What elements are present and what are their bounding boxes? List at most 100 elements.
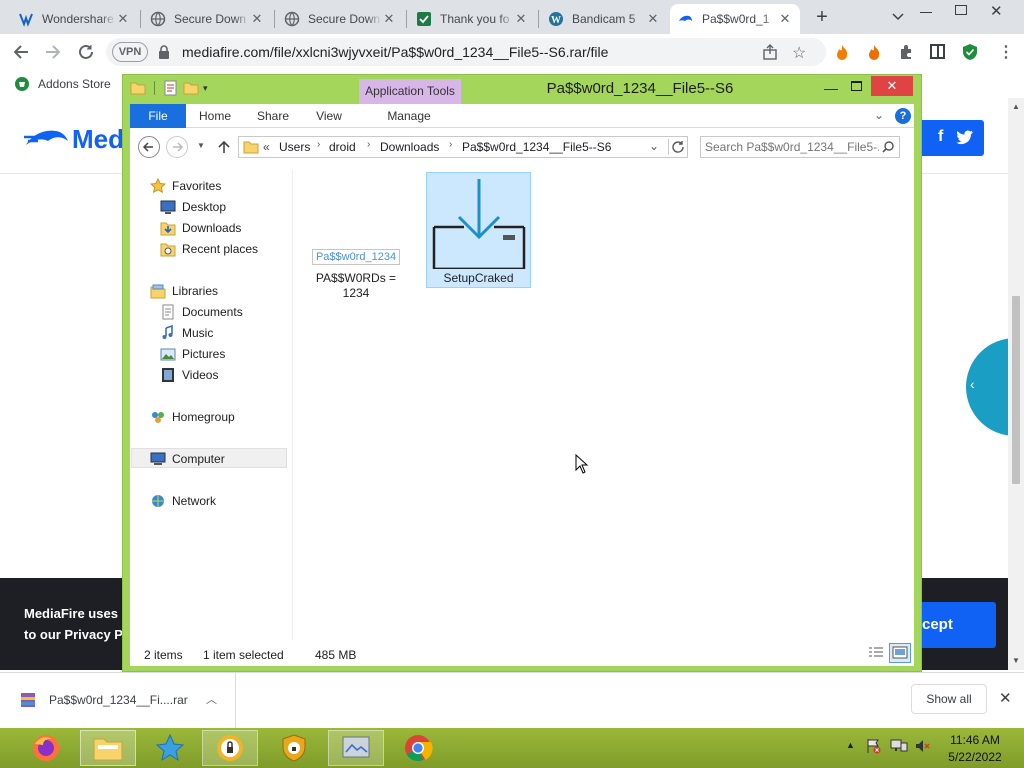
tab-bandicam[interactable]: W Bandicam 5 ✕ — [540, 4, 668, 34]
bookmark-addons-store[interactable]: Addons Store — [14, 76, 111, 92]
taskbar-app-star[interactable] — [142, 730, 198, 766]
nav-network[interactable]: Network — [150, 491, 216, 511]
nav-libraries[interactable]: Libraries — [150, 281, 218, 301]
search-icon[interactable] — [881, 140, 895, 154]
nav-videos[interactable]: Videos — [160, 365, 218, 385]
minimize-icon[interactable] — [920, 12, 932, 13]
large-icons-view-icon[interactable] — [889, 643, 911, 663]
new-folder-icon[interactable] — [183, 81, 199, 95]
scroll-up-icon[interactable]: ▲ — [1012, 102, 1020, 111]
taskbar-app-monitor[interactable] — [328, 730, 384, 766]
new-tab-button[interactable]: + — [812, 6, 832, 28]
ribbon-tab-manage[interactable]: Manage — [376, 109, 442, 123]
extension-fire-icon[interactable] — [834, 44, 850, 60]
page-scrollbar[interactable]: ▲ ▼ — [1008, 98, 1024, 670]
details-view-icon[interactable] — [868, 646, 884, 660]
ribbon-expand-icon[interactable]: ⌄ — [874, 108, 884, 122]
chevron-right-icon[interactable]: › — [449, 139, 452, 150]
ribbon-tab-file[interactable]: File — [130, 104, 186, 128]
help-icon[interactable]: ? — [895, 108, 911, 124]
close-window-icon[interactable]: ✕ — [990, 2, 1003, 20]
close-icon[interactable]: ✕ — [514, 11, 528, 27]
search-input[interactable] — [705, 139, 879, 155]
tab-secure-download-1[interactable]: Secure Down ✕ — [142, 4, 272, 34]
close-icon[interactable]: ✕ — [116, 11, 130, 27]
nav-pictures[interactable]: Pictures — [160, 344, 225, 364]
explorer-close-button[interactable]: ✕ — [871, 76, 913, 96]
download-item[interactable]: Pa$$w0rd_1234__Fi....rar ︿ — [0, 673, 236, 728]
bookmark-star-icon[interactable]: ☆ — [792, 43, 806, 63]
facebook-icon[interactable]: f — [938, 128, 943, 146]
tab-search-icon[interactable] — [890, 8, 906, 24]
nav-desktop[interactable]: Desktop — [160, 197, 226, 217]
folder-icon[interactable] — [130, 81, 146, 95]
ribbon-tab-view[interactable]: View — [308, 109, 350, 123]
twitter-icon[interactable] — [956, 129, 974, 145]
taskbar-firefox[interactable] — [18, 730, 74, 766]
explorer-maximize-icon[interactable] — [851, 81, 862, 91]
file-item-setup[interactable]: SetupCraked — [426, 172, 531, 288]
scrollbar-thumb[interactable] — [1012, 296, 1020, 484]
nav-favorites[interactable]: Favorites — [150, 176, 221, 196]
explorer-minimize-icon[interactable]: — — [824, 80, 838, 96]
nav-recent-places[interactable]: Recent places — [160, 239, 258, 259]
mediafire-logo[interactable]: Med — [24, 124, 124, 155]
shield-icon[interactable] — [962, 43, 978, 61]
taskbar-secure-app[interactable] — [202, 730, 258, 766]
breadcrumb-downloads[interactable]: Downloads — [380, 140, 439, 154]
chevron-right-icon[interactable]: › — [317, 139, 320, 150]
back-icon[interactable] — [12, 43, 30, 61]
reload-icon[interactable] — [77, 43, 95, 61]
breadcrumb-droid[interactable]: droid — [329, 140, 356, 154]
customize-qat-icon[interactable]: ▾ — [203, 83, 208, 94]
close-icon[interactable]: ✕ — [250, 11, 264, 27]
share-icon[interactable] — [762, 44, 778, 60]
extension-fire-icon-2[interactable] — [866, 44, 882, 60]
taskbar-explorer[interactable] — [80, 730, 136, 766]
url-text[interactable]: mediafire.com/file/xxlcni3wjyvxeit/Pa$$w… — [182, 44, 608, 60]
vpn-badge[interactable]: VPN — [112, 42, 148, 62]
tray-flag-icon[interactable] — [866, 738, 882, 754]
tab-thank-you[interactable]: Thank you fo ✕ — [408, 4, 536, 34]
file-item-passwords[interactable]: PA$$W0RDs = 1234 — [306, 271, 406, 301]
tab-secure-download-2[interactable]: Secure Down ✕ — [276, 4, 404, 34]
taskbar-chrome[interactable] — [390, 730, 446, 766]
nav-computer[interactable]: Computer — [150, 449, 225, 469]
text-file-thumb[interactable]: Pa$$w0rd_1234 — [312, 249, 400, 265]
breadcrumb-current-folder[interactable]: Pa$$w0rd_1234__File5--S6 — [462, 140, 611, 154]
address-dropdown-icon[interactable]: ⌄ — [649, 139, 659, 153]
ribbon-tab-home[interactable]: Home — [194, 109, 236, 123]
scroll-down-icon[interactable]: ▼ — [1012, 656, 1020, 665]
address-bar[interactable]: « Users › droid › Downloads › Pa$$w0rd_1… — [238, 136, 688, 158]
tab-mediafire-active[interactable]: Pa$$w0rd_1 ✕ — [670, 4, 800, 34]
forward-icon[interactable] — [44, 43, 62, 61]
menu-kebab-icon[interactable]: ⋮ — [998, 42, 1014, 62]
breadcrumb-users[interactable]: Users — [279, 140, 310, 154]
properties-icon[interactable] — [163, 80, 179, 96]
side-panel-icon[interactable] — [930, 44, 945, 59]
tab-wondershare[interactable]: Wondershare ✕ — [10, 4, 138, 34]
recent-locations-icon[interactable]: ▼ — [197, 141, 205, 150]
chevron-up-icon[interactable]: ︿ — [206, 691, 217, 707]
breadcrumb-overflow[interactable]: « — [263, 140, 270, 154]
tray-volume-icon[interactable] — [914, 738, 930, 754]
restore-icon[interactable] — [955, 5, 967, 15]
explorer-forward-icon[interactable] — [166, 136, 188, 158]
close-download-bar-icon[interactable]: ✕ — [999, 689, 1012, 707]
extensions-puzzle-icon[interactable] — [898, 44, 914, 60]
close-icon[interactable]: ✕ — [646, 11, 660, 27]
nav-documents[interactable]: Documents — [160, 302, 243, 322]
chevron-right-icon[interactable]: › — [367, 139, 370, 150]
explorer-back-icon[interactable] — [138, 136, 160, 158]
close-icon[interactable]: ✕ — [382, 11, 396, 27]
show-all-button[interactable]: Show all — [911, 684, 987, 714]
search-box[interactable] — [700, 136, 900, 158]
nav-downloads[interactable]: Downloads — [160, 218, 241, 238]
omnibox[interactable]: VPN mediafire.com/file/xxlcni3wjyvxeit/P… — [106, 38, 826, 66]
tray-clock[interactable]: 11:46 AM 5/22/2022 — [940, 733, 1010, 764]
nav-music[interactable]: Music — [160, 323, 213, 343]
taskbar-secure-app-2[interactable] — [266, 730, 322, 766]
nav-homegroup[interactable]: Homegroup — [150, 407, 235, 427]
close-icon[interactable]: ✕ — [778, 11, 792, 27]
tray-overflow-icon[interactable]: ▲ — [846, 740, 855, 750]
